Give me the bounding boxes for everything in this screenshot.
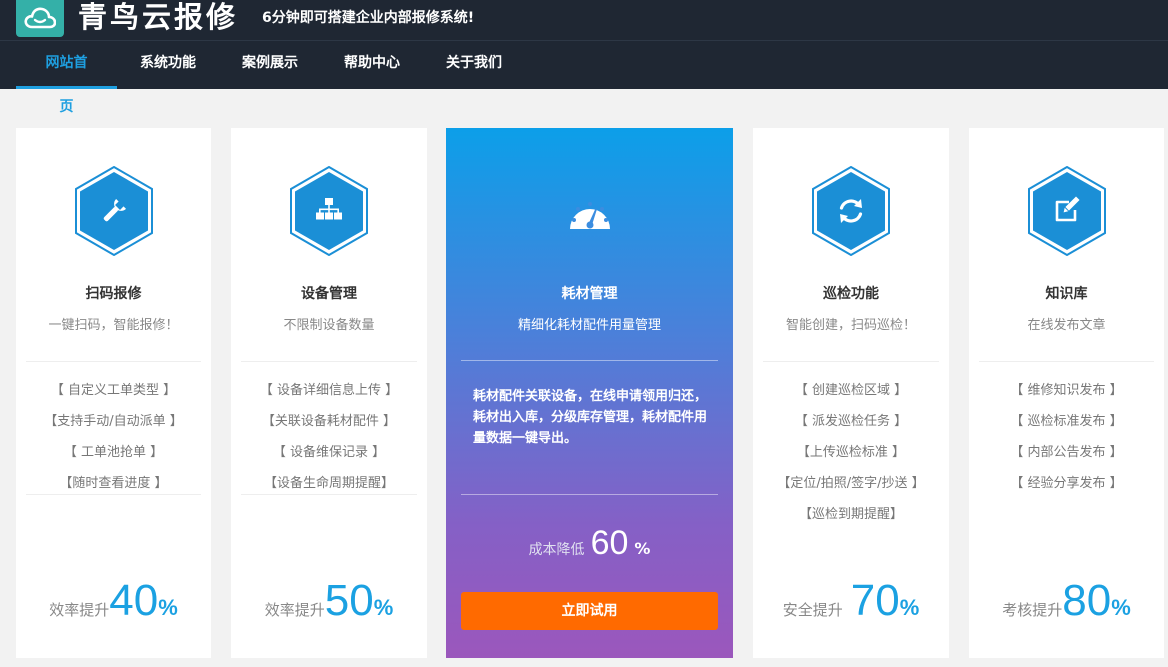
card-divider xyxy=(26,494,201,495)
card-description: 耗材配件关联设备，在线申请领用归还，耗材出入库，分级库存管理，耗材配件用量数据一… xyxy=(473,389,708,446)
feature-item: 【定位/拍照/签字/抄送 】 xyxy=(777,476,925,491)
card-title: 设备管理 xyxy=(301,286,357,302)
brand-slogan: 6分钟即可搭建企业内部报修系统! xyxy=(262,10,475,26)
nav-help[interactable]: 帮助中心 xyxy=(321,41,423,89)
brand-name[interactable]: 青鸟云报修 xyxy=(78,0,238,35)
card-divider xyxy=(763,361,939,362)
feature-list: 【 自定义工单类型 】 【支持手动/自动派单 】 【 工单池抢单 】 【随时查看… xyxy=(16,381,211,505)
feature-list: 【 设备详细信息上传 】 【关联设备耗材配件 】 【 设备维保记录 】 【设备生… xyxy=(231,381,427,505)
card-divider xyxy=(241,494,417,495)
card-stat: 效率提升40% xyxy=(16,576,211,626)
stat-label: 效率提升 xyxy=(264,601,325,619)
card-divider xyxy=(461,494,718,495)
stat-label: 考核提升 xyxy=(1002,601,1063,619)
feature-card-knowledge-base[interactable]: 知识库 在线发布文章 【 维修知识发布 】 【 巡检标准发布 】 【 内部公告发… xyxy=(969,128,1164,658)
card-title: 巡检功能 xyxy=(823,286,879,302)
card-stat: 成本降低 60% xyxy=(446,524,733,563)
dashboard-icon xyxy=(569,202,610,229)
feature-item: 【 设备详细信息上传 】 xyxy=(259,383,399,398)
try-now-button[interactable]: 立即试用 xyxy=(461,592,718,630)
feature-item: 【 工单池抢单 】 xyxy=(63,445,164,460)
feature-item: 【随时查看进度 】 xyxy=(59,476,168,491)
feature-item: 【 内部公告发布 】 xyxy=(1010,445,1123,460)
feature-list: 【 创建巡检区域 】 【 派发巡检任务 】 【上传巡检标准 】 【定位/拍照/签… xyxy=(753,381,949,536)
card-divider xyxy=(26,361,201,362)
feature-item: 【 设备维保记录 】 xyxy=(272,445,386,460)
feature-list: 【 维修知识发布 】 【 巡检标准发布 】 【 内部公告发布 】 【 经验分享发… xyxy=(969,381,1164,505)
stat-value: 80 xyxy=(1062,576,1112,625)
card-divider xyxy=(241,361,417,362)
stat-value: 70 xyxy=(850,576,900,625)
stat-unit: % xyxy=(899,595,920,620)
wrench-icon xyxy=(74,166,153,256)
stat-value: 50 xyxy=(324,576,374,625)
feature-item: 【关联设备耗材配件 】 xyxy=(261,414,397,429)
feature-card-device-management[interactable]: 设备管理 不限制设备数量 【 设备详细信息上传 】 【关联设备耗材配件 】 【 … xyxy=(231,128,427,658)
stat-label: 效率提升 xyxy=(49,601,110,619)
stat-label: 成本降低 xyxy=(528,542,585,558)
card-title: 知识库 xyxy=(1045,286,1088,302)
nav-about[interactable]: 关于我们 xyxy=(423,41,525,89)
card-subtitle: 在线发布文章 xyxy=(1027,318,1106,333)
stat-unit: % xyxy=(634,539,651,558)
nav-features[interactable]: 系统功能 xyxy=(117,41,219,89)
refresh-icon xyxy=(812,166,890,256)
feature-card-scan-repair[interactable]: 扫码报修 一键扫码，智能报修！ 【 自定义工单类型 】 【支持手动/自动派单 】… xyxy=(16,128,211,658)
feature-item: 【上传巡检标准 】 xyxy=(796,445,906,460)
card-subtitle: 一键扫码，智能报修！ xyxy=(48,318,179,333)
stat-value: 40 xyxy=(109,576,159,625)
stat-label: 安全提升 xyxy=(782,601,843,619)
stat-unit: % xyxy=(158,595,178,620)
stat-unit: % xyxy=(373,595,394,620)
site-header: 青鸟云报修 6分钟即可搭建企业内部报修系统! 网站首页 系统功能 案例展示 帮助… xyxy=(0,0,1168,115)
stat-unit: % xyxy=(1111,595,1131,620)
feature-item: 【支持手动/自动派单 】 xyxy=(44,414,183,429)
feature-item: 【设备生命周期提醒】 xyxy=(263,476,394,491)
feature-card-consumables[interactable]: 耗材管理 精细化耗材配件用量管理 耗材配件关联设备，在线申请领用归还，耗材出入库… xyxy=(446,128,733,658)
card-stat: 安全提升 70% xyxy=(753,576,949,626)
sitemap-icon xyxy=(290,166,368,256)
card-stat: 考核提升80% xyxy=(969,576,1164,626)
main-nav: 网站首页 系统功能 案例展示 帮助中心 关于我们 xyxy=(16,41,525,115)
card-subtitle: 精细化耗材配件用量管理 xyxy=(517,318,661,333)
stat-value: 60 xyxy=(590,524,629,562)
feature-item: 【巡检到期提醒】 xyxy=(798,507,903,522)
feature-item: 【 经验分享发布 】 xyxy=(1010,476,1123,491)
card-title: 耗材管理 xyxy=(561,286,618,302)
feature-item: 【 自定义工单类型 】 xyxy=(50,383,177,398)
nav-cases[interactable]: 案例展示 xyxy=(219,41,321,89)
feature-item: 【 创建巡检区域 】 xyxy=(794,383,908,398)
feature-item: 【 派发巡检任务 】 xyxy=(794,414,908,429)
card-divider xyxy=(461,360,718,361)
card-stat: 效率提升50% xyxy=(231,576,427,626)
feature-item: 【 巡检标准发布 】 xyxy=(1010,414,1123,429)
cloud-logo-icon[interactable] xyxy=(16,0,64,37)
feature-card-inspection[interactable]: 巡检功能 智能创建，扫码巡检！ 【 创建巡检区域 】 【 派发巡检任务 】 【上… xyxy=(753,128,949,658)
card-title: 扫码报修 xyxy=(85,286,142,302)
card-subtitle: 智能创建，扫码巡检！ xyxy=(785,318,916,333)
card-subtitle: 不限制设备数量 xyxy=(283,318,375,333)
card-divider xyxy=(979,361,1154,362)
nav-home[interactable]: 网站首页 xyxy=(16,41,117,115)
feature-item: 【 维修知识发布 】 xyxy=(1010,383,1123,398)
edit-icon xyxy=(1027,166,1106,256)
